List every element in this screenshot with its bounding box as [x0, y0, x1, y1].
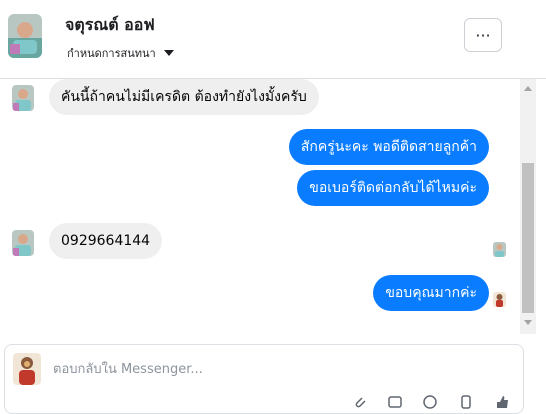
caret-down-icon [163, 50, 174, 56]
contact-avatar[interactable] [8, 14, 42, 58]
message-bubble-outgoing: ขอเบอร์ติดต่อกลับได้ไหมค่ะ [297, 170, 489, 206]
more-horizontal-icon: ··· [475, 25, 491, 45]
conversation-header: จตุรณต์ ออฟ กำหนดการสนทนา ··· [0, 0, 546, 79]
scroll-up-arrow-icon[interactable] [524, 86, 532, 91]
message-thread: คันนี้ถ้าคนไม่มีเครดิต ต้องทำยังไงมั้งคร… [0, 79, 520, 334]
seen-indicator-avatar [493, 242, 506, 257]
message-bubble-outgoing: สักครู่นะคะ พอดีติดสายลูกค้า [288, 129, 489, 165]
emoji-icon[interactable] [421, 393, 439, 411]
message-bubble-incoming: คันนี้ถ้าคนไม่มีเครดิต ต้องทำยังไงมั้งคร… [49, 79, 319, 115]
sender-page-avatar [493, 292, 506, 307]
sender-avatar [12, 230, 34, 256]
like-icon[interactable] [493, 393, 511, 411]
more-options-button[interactable]: ··· [464, 18, 502, 52]
assign-conversation-dropdown[interactable]: กำหนดการสนทนา [67, 44, 174, 62]
scrollbar-thumb[interactable] [522, 163, 534, 313]
sticker-icon[interactable] [457, 393, 475, 411]
reply-input[interactable] [53, 359, 453, 379]
message-bubble-outgoing: ขอบคุณมากค่ะ [373, 275, 489, 311]
message-bubble-incoming: 0929664144 [49, 223, 163, 259]
reply-composer [4, 344, 524, 414]
attachment-icon[interactable] [351, 393, 369, 411]
scroll-down-arrow-icon[interactable] [524, 320, 532, 325]
gif-icon[interactable] [386, 393, 404, 411]
page-avatar [13, 353, 41, 385]
assign-conversation-label: กำหนดการสนทนา [67, 47, 156, 60]
contact-name[interactable]: จตุรณต์ ออฟ [65, 13, 155, 38]
sender-avatar [12, 85, 34, 111]
